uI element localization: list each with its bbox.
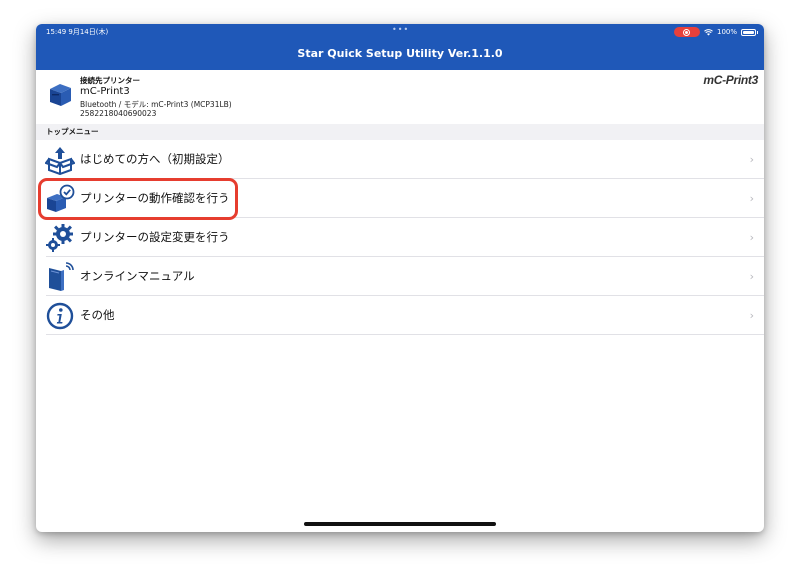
nav-bar: Star Quick Setup Utility Ver.1.1.0 [36,40,764,70]
printer-check-icon [47,184,75,212]
chevron-right-icon: › [749,231,754,244]
app-title: Star Quick Setup Utility Ver.1.1.0 [297,47,503,60]
status-bar: 15:49 9月14日(木) ••• 100% [36,24,764,40]
gears-icon [46,224,73,252]
status-time: 15:49 9月14日(木) [46,28,109,36]
printer-info-panel[interactable]: 接続先プリンター mC-Print3 Bluetooth / モデル: mC-P… [36,70,764,124]
wifi-icon [704,28,713,35]
printer-serial: 2582218040690023 [80,109,157,118]
chevron-right-icon: › [749,309,754,322]
printer-name: mC-Print3 [80,86,130,97]
menu-item-other[interactable]: その他 › [36,296,764,335]
battery-percent: 100% [716,28,737,36]
status-indicators: 100% [673,26,758,38]
chevron-right-icon: › [749,153,754,166]
ipad-screen: 15:49 9月14日(木) ••• 100% Star Quick Setup… [36,24,764,532]
printer-icon [50,84,71,106]
menu-item-label: はじめての方へ（初期設定） [80,152,230,166]
menu-item-label: プリンターの設定変更を行う [80,230,230,244]
info-icon [46,302,74,330]
chevron-right-icon: › [749,192,754,205]
brand-logo: mC-Print3 [703,73,758,87]
box-arrow-up-icon [45,147,75,175]
home-indicator[interactable] [304,522,496,526]
multitask-dots-icon[interactable]: ••• [392,25,409,34]
menu-item-online-manual[interactable]: オンラインマニュアル › [36,257,764,296]
divider [46,334,764,335]
section-header: トップメニュー [36,124,764,140]
menu-item-label: その他 [80,308,115,322]
menu-item-label: プリンターの動作確認を行う [80,191,230,205]
top-menu: はじめての方へ（初期設定） › プリンターの動作確認を行う › プリンターの設定… [36,140,764,335]
screen-record-icon[interactable] [673,27,700,37]
battery-icon [741,28,758,36]
connected-printer-label: 接続先プリンター [80,76,140,85]
book-wireless-icon [49,262,74,291]
chevron-right-icon: › [749,270,754,283]
menu-item-operation-check[interactable]: プリンターの動作確認を行う › [36,179,764,218]
menu-item-label: オンラインマニュアル [80,269,195,283]
menu-item-initial-setup[interactable]: はじめての方へ（初期設定） › [36,140,764,179]
menu-item-change-settings[interactable]: プリンターの設定変更を行う › [36,218,764,257]
